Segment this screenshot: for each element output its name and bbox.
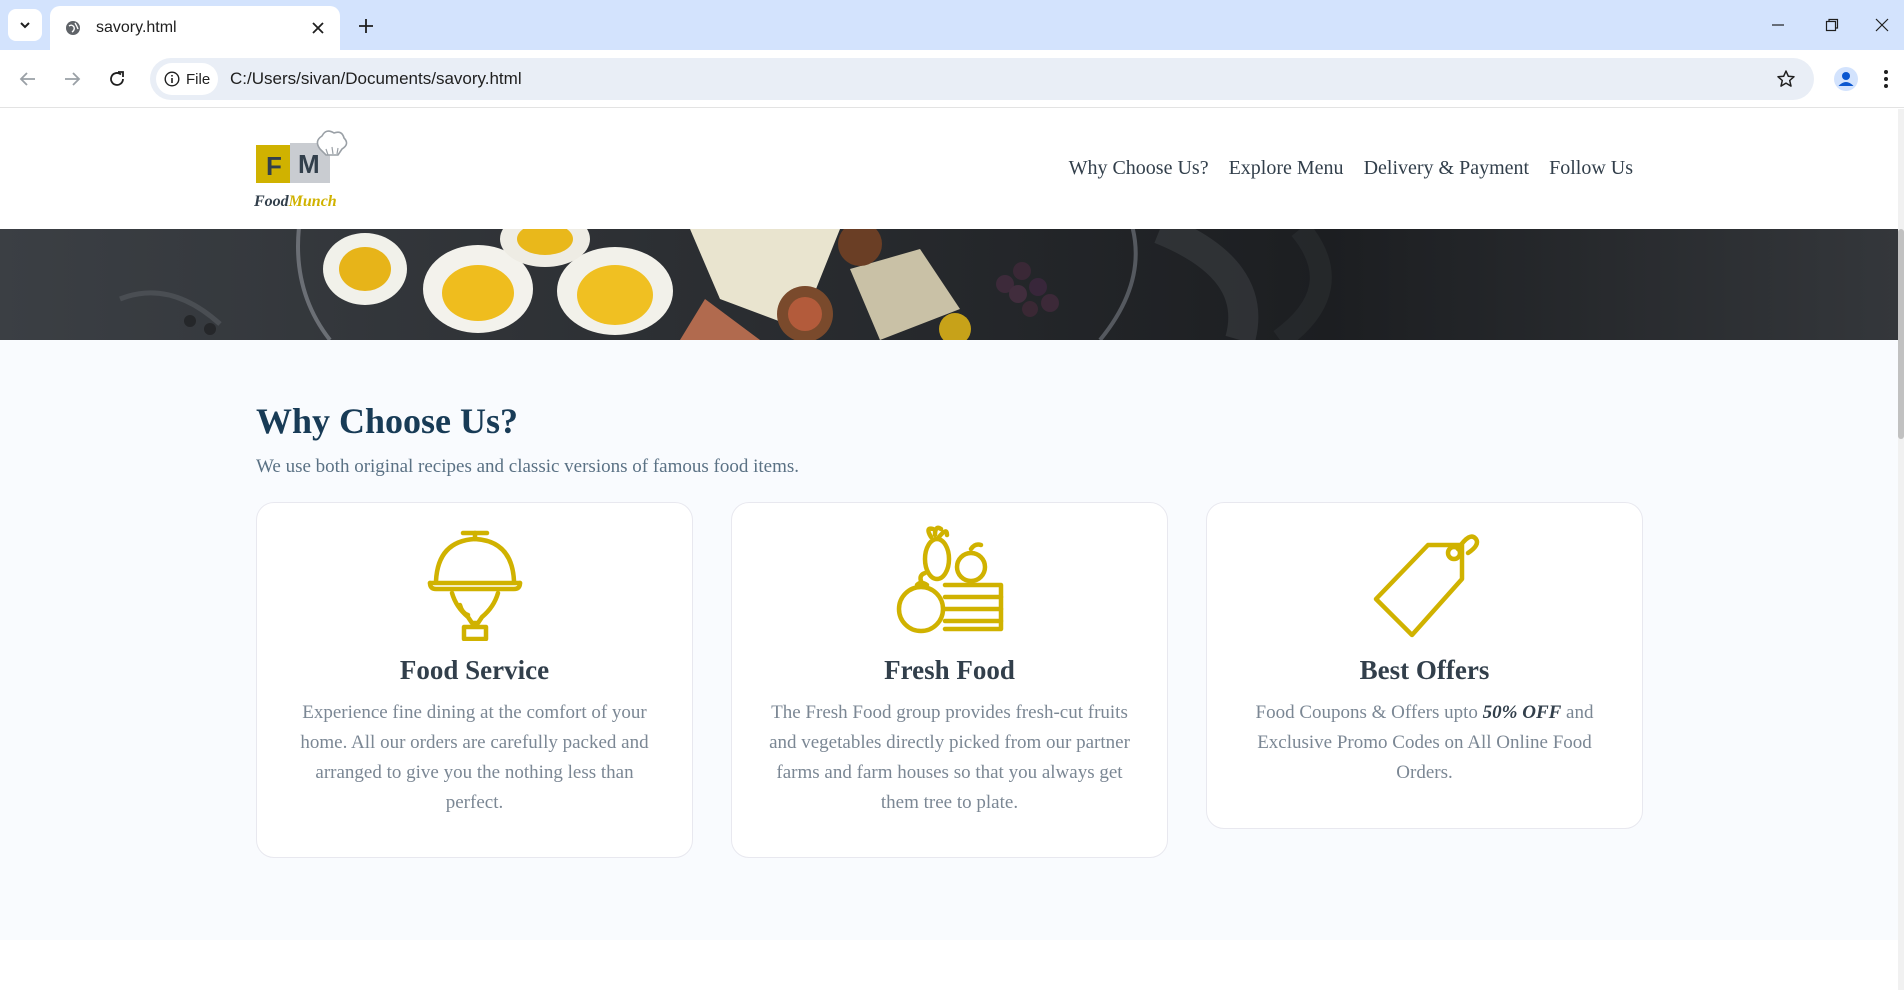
browser-menu-button[interactable]: [1874, 63, 1898, 95]
browser-tab-bar: savory.html: [0, 0, 1904, 50]
card-title: Fresh Food: [884, 655, 1015, 685]
reload-icon: [110, 71, 124, 86]
section-description: We use both original recipes and classic…: [256, 456, 800, 477]
site-info-chip[interactable]: File: [156, 63, 218, 95]
next-section: [0, 940, 1898, 990]
price-tag-icon: [1373, 534, 1479, 638]
nav-link-delivery-payment[interactable]: Delivery & Payment: [1364, 157, 1530, 180]
restore-icon: [1825, 18, 1839, 32]
profile-button[interactable]: [1830, 63, 1862, 95]
fresh-produce-icon: [896, 525, 1003, 634]
card-description: Food Coupons & Offers upto 50% OFF and E…: [1207, 698, 1642, 820]
back-button[interactable]: [12, 63, 44, 95]
hero-banner-image: [0, 229, 1898, 340]
minimize-icon: [1772, 24, 1784, 26]
offer-highlight: 50% OFF: [1482, 702, 1562, 723]
plus-icon: [359, 19, 373, 33]
offer-text-before: Food Coupons & Offers upto: [1255, 702, 1483, 723]
logo-name-part2: Munch: [288, 193, 337, 210]
svg-text:M: M: [298, 149, 320, 179]
nav-link-explore-menu[interactable]: Explore Menu: [1229, 157, 1344, 180]
logo-name-part1: Food: [254, 193, 289, 210]
new-tab-button[interactable]: [352, 12, 380, 40]
nav-link-why-choose-us[interactable]: Why Choose Us?: [1069, 157, 1209, 180]
section-title: Why Choose Us?: [256, 401, 519, 441]
address-bar[interactable]: File C:/Users/sivan/Documents/savory.htm…: [150, 58, 1814, 100]
tab-close-button[interactable]: [306, 16, 330, 40]
site-navbar: F M FoodMunch Why Choose Us? Explore Men…: [0, 109, 1898, 229]
scrollbar-thumb[interactable]: [1898, 229, 1904, 439]
card-best-offers: Best Offers Food Coupons & Offers upto 5…: [1206, 502, 1643, 829]
nav-link-follow-us[interactable]: Follow Us: [1549, 157, 1633, 180]
site-chip-label: File: [186, 70, 211, 88]
close-icon: [312, 22, 324, 34]
card-title: Food Service: [399, 655, 550, 685]
browser-tab[interactable]: savory.html: [50, 6, 340, 50]
card-title: Best Offers: [1359, 655, 1490, 685]
url-text[interactable]: C:/Users/sivan/Documents/savory.html: [230, 69, 522, 89]
page-viewport: F M FoodMunch Why Choose Us? Explore Men…: [0, 109, 1904, 990]
profile-icon: [1834, 67, 1858, 91]
reload-button[interactable]: [101, 63, 133, 95]
chef-hat-icon: [316, 130, 348, 156]
logo-name: FoodMunch: [254, 193, 337, 211]
page-scrollbar[interactable]: [1898, 109, 1904, 990]
main-nav-links: Why Choose Us? Explore Menu Delivery & P…: [1069, 157, 1633, 180]
globe-icon: [64, 19, 82, 37]
tab-list-button[interactable]: [8, 9, 42, 41]
why-choose-us-section: Why Choose Us? We use both original reci…: [0, 340, 1898, 940]
bookmark-button[interactable]: [1772, 65, 1800, 93]
card-description: Experience fine dining at the comfort of…: [300, 702, 649, 813]
tab-list-icon: [20, 22, 30, 29]
minimize-button[interactable]: [1756, 10, 1800, 40]
info-icon: [164, 71, 180, 87]
more-vert-icon: [1884, 70, 1888, 88]
card-description: The Fresh Food group provides fresh-cut …: [769, 702, 1130, 813]
window-close-button[interactable]: [1860, 10, 1904, 40]
tab-title: savory.html: [96, 19, 177, 36]
forward-arrow-icon: [65, 72, 81, 86]
forward-button[interactable]: [56, 63, 88, 95]
svg-text:F: F: [266, 151, 282, 181]
hero-food-photo: [0, 229, 1898, 340]
browser-toolbar: File C:/Users/sivan/Documents/savory.htm…: [0, 50, 1904, 108]
window-close-icon: [1875, 18, 1889, 32]
back-arrow-icon: [19, 72, 35, 86]
star-icon: [1777, 70, 1795, 87]
card-fresh-food: Fresh Food The Fresh Food group provides…: [731, 502, 1168, 858]
restore-button[interactable]: [1810, 10, 1854, 40]
foodmunch-logo[interactable]: F M FoodMunch: [254, 127, 354, 217]
card-food-service: Food Service Experience fine dining at t…: [256, 502, 693, 858]
logo-badge: F M: [256, 130, 348, 183]
cloche-icon: [427, 530, 522, 641]
